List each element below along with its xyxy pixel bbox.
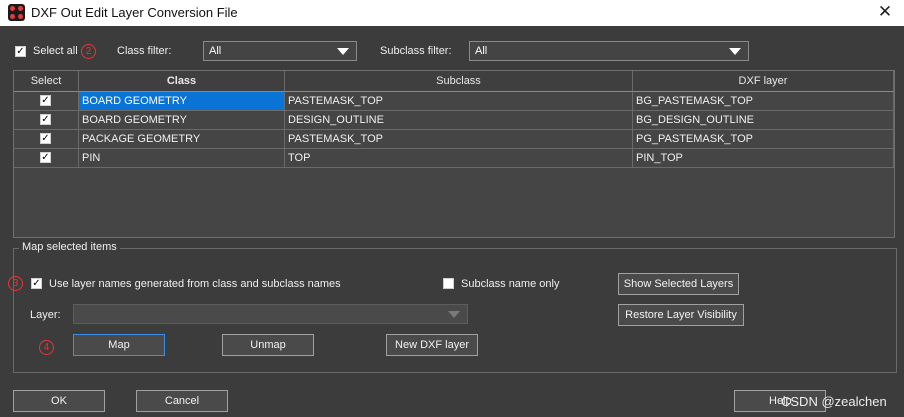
- class-cell[interactable]: PIN: [79, 149, 285, 168]
- row-checkbox[interactable]: ✓: [40, 152, 51, 163]
- subclass-cell[interactable]: PASTEMASK_TOP: [285, 92, 633, 111]
- class-filter-dropdown[interactable]: All: [203, 41, 357, 61]
- unmap-button[interactable]: Unmap: [222, 334, 314, 356]
- cancel-button[interactable]: Cancel: [136, 390, 228, 412]
- subclass-only-checkbox[interactable]: [443, 278, 454, 289]
- row-checkbox[interactable]: ✓: [40, 133, 51, 144]
- dxf-layer-cell[interactable]: BG_PASTEMASK_TOP: [633, 92, 894, 111]
- subclass-cell[interactable]: TOP: [285, 149, 633, 168]
- table-row[interactable]: ✓ BOARD GEOMETRY DESIGN_OUTLINE BG_DESIG…: [14, 111, 894, 130]
- subclass-cell[interactable]: DESIGN_OUTLINE: [285, 111, 633, 130]
- dxf-layer-cell[interactable]: PG_PASTEMASK_TOP: [633, 130, 894, 149]
- table-row[interactable]: ✓ PACKAGE GEOMETRY PASTEMASK_TOP PG_PAST…: [14, 130, 894, 149]
- dxf-layer-cell[interactable]: PIN_TOP: [633, 149, 894, 168]
- title-bar: DXF Out Edit Layer Conversion File ✕: [0, 0, 904, 26]
- chevron-down-icon: [448, 311, 460, 318]
- watermark: CSDN @zealchen: [781, 394, 887, 409]
- subclass-only-label: Subclass name only: [461, 278, 560, 290]
- select-all-label: Select all: [33, 45, 78, 57]
- row-select-cell: ✓: [14, 92, 79, 111]
- chevron-down-icon: [729, 48, 741, 55]
- column-header-dxf-layer[interactable]: DXF layer: [633, 71, 894, 92]
- dxf-layer-cell[interactable]: BG_DESIGN_OUTLINE: [633, 111, 894, 130]
- chevron-down-icon: [337, 48, 349, 55]
- row-select-cell: ✓: [14, 149, 79, 168]
- window-title: DXF Out Edit Layer Conversion File: [31, 5, 238, 20]
- layer-dropdown[interactable]: [73, 304, 468, 324]
- subclass-filter-value: All: [475, 45, 488, 57]
- class-filter-label: Class filter:: [117, 45, 172, 57]
- restore-layer-visibility-button[interactable]: Restore Layer Visibility: [618, 304, 744, 326]
- app-icon: [8, 4, 25, 21]
- row-checkbox[interactable]: ✓: [40, 95, 51, 106]
- subclass-cell[interactable]: PASTEMASK_TOP: [285, 130, 633, 149]
- column-header-subclass[interactable]: Subclass: [285, 71, 633, 92]
- class-cell[interactable]: BOARD GEOMETRY: [79, 92, 285, 111]
- table-header: Select Class Subclass DXF layer: [14, 71, 894, 92]
- annotation-marker-4: 4: [39, 340, 54, 355]
- use-layer-names-label: Use layer names generated from class and…: [49, 278, 341, 290]
- row-select-cell: ✓: [14, 130, 79, 149]
- column-header-select[interactable]: Select: [14, 71, 79, 92]
- map-button[interactable]: Map: [73, 334, 165, 356]
- class-cell[interactable]: PACKAGE GEOMETRY: [79, 130, 285, 149]
- layer-label: Layer:: [30, 309, 61, 321]
- table-row[interactable]: ✓ PIN TOP PIN_TOP: [14, 149, 894, 168]
- class-filter-value: All: [209, 45, 222, 57]
- table-row[interactable]: ✓ BOARD GEOMETRY PASTEMASK_TOP BG_PASTEM…: [14, 92, 894, 111]
- close-icon[interactable]: ✕: [874, 1, 896, 23]
- select-all-checkbox[interactable]: ✓: [15, 46, 26, 57]
- subclass-filter-dropdown[interactable]: All: [469, 41, 749, 61]
- row-select-cell: ✓: [14, 111, 79, 130]
- use-layer-names-checkbox[interactable]: ✓: [31, 278, 42, 289]
- class-cell[interactable]: BOARD GEOMETRY: [79, 111, 285, 130]
- map-group-title: Map selected items: [19, 241, 120, 253]
- ok-button[interactable]: OK: [13, 390, 105, 412]
- show-selected-layers-button[interactable]: Show Selected Layers: [618, 273, 739, 295]
- annotation-marker-3: 3: [8, 276, 23, 291]
- new-dxf-layer-button[interactable]: New DXF layer: [386, 334, 478, 356]
- layer-conversion-table[interactable]: Select Class Subclass DXF layer ✓ BOARD …: [13, 70, 895, 238]
- row-checkbox[interactable]: ✓: [40, 114, 51, 125]
- subclass-filter-label: Subclass filter:: [380, 45, 452, 57]
- annotation-marker-2: 2: [81, 44, 96, 59]
- column-header-class[interactable]: Class: [79, 71, 285, 92]
